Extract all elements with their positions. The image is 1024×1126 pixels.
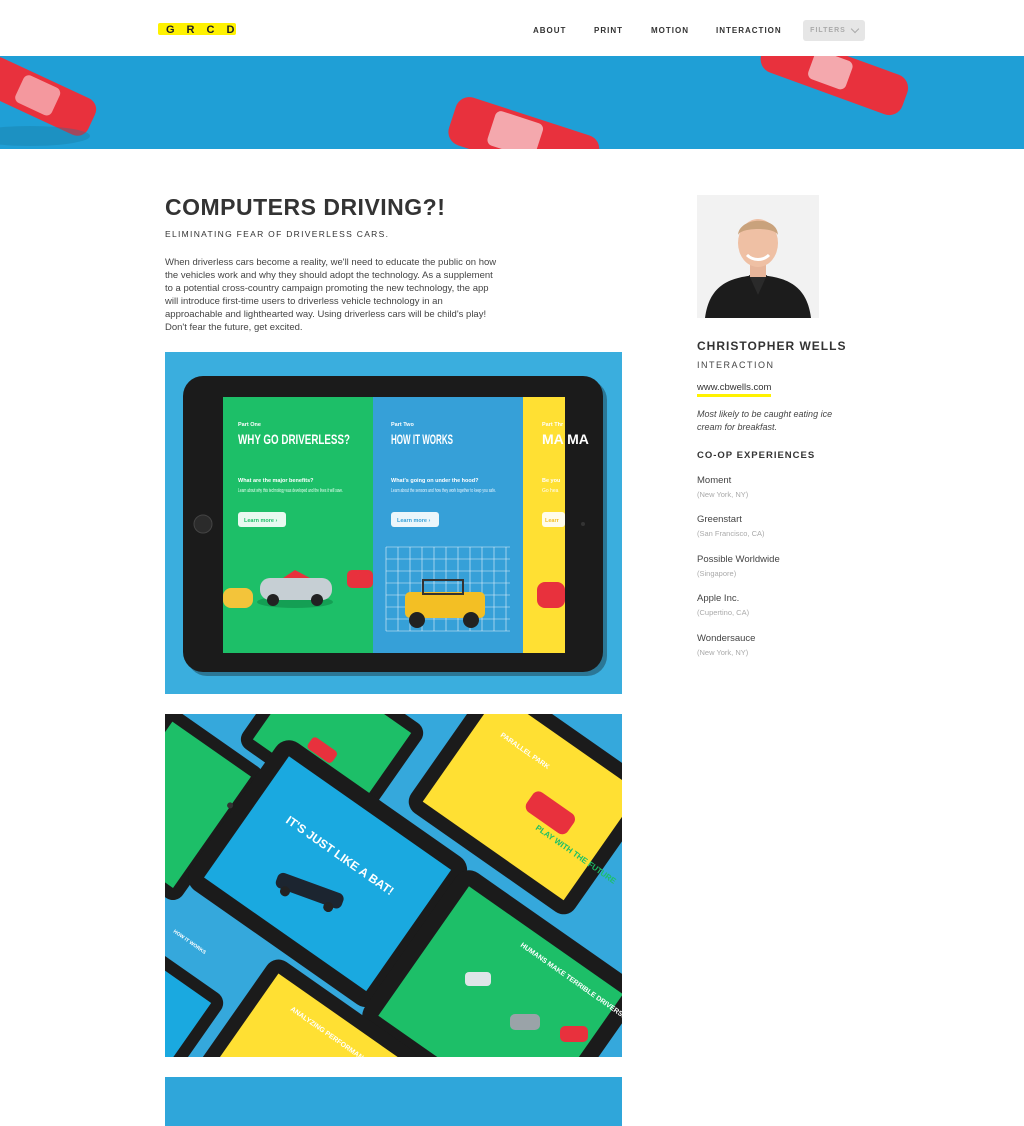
experience-item: Possible Worldwide (Singapore) (697, 554, 780, 578)
experience-company: Apple Inc. (697, 593, 740, 604)
author-name: CHRISTOPHER WELLS (697, 339, 847, 353)
project-description: When driverless cars become a reality, w… (165, 257, 497, 333)
logo-text: GRCD (166, 24, 247, 36)
experience-item: Apple Inc. (Cupertino, CA) (697, 593, 749, 617)
tablet-collage-illustration: PARALLEL PARK PLAY WITH THE FUTURE IT'S … (165, 714, 622, 1057)
filters-dropdown[interactable]: FILTERS (803, 20, 865, 41)
panel1-learn-more: Learn more › (244, 518, 277, 524)
nav-about[interactable]: ABOUT (533, 26, 566, 35)
panel3-learn-more: Learr (545, 518, 560, 524)
experience-location: (New York, NY) (697, 490, 749, 499)
author-discipline: INTERACTION (697, 360, 775, 370)
hero-toy-cars-image (0, 56, 1024, 149)
panel3-question: Be you (542, 478, 560, 484)
nav-print[interactable]: PRINT (594, 26, 623, 35)
panel1-part: Part One (238, 422, 261, 428)
author-website-link[interactable]: www.cbwells.com (697, 382, 772, 397)
tablet-collage-image: PARALLEL PARK PLAY WITH THE FUTURE IT'S … (165, 714, 622, 1057)
tablet-screens-illustration: Part One WHY GO DRIVERLESS? What are the… (165, 352, 622, 694)
panel2-body: Learn about the sensors and how they wor… (391, 488, 496, 494)
hero-banner (0, 56, 1024, 149)
panel3-body: Go hea (542, 488, 559, 494)
project-subtitle: ELIMINATING FEAR OF DRIVERLESS CARS. (165, 229, 390, 239)
experience-company: Wondersauce (697, 633, 756, 644)
experience-company: Possible Worldwide (697, 554, 780, 565)
panel3-headline: MA MA (542, 431, 589, 447)
experience-company: Greenstart (697, 514, 742, 525)
author-quote: Most likely to be caught eating ice crea… (697, 409, 833, 432)
panel2-headline: HOW IT WORKS (391, 431, 453, 447)
panel2-learn-more: Learn more › (397, 518, 430, 524)
panel1-headline: WHY GO DRIVERLESS? (238, 431, 350, 447)
logo[interactable]: GRCD (158, 20, 254, 36)
filters-label: FILTERS (810, 27, 846, 34)
panel2-question: What's going on under the hood? (391, 478, 479, 484)
experience-item: Moment (New York, NY) (697, 475, 748, 499)
panel3-part: Part Thr (542, 422, 564, 428)
author-photo (697, 195, 819, 318)
coop-heading: CO-OP EXPERIENCES (697, 450, 816, 461)
experience-location: (Singapore) (697, 569, 737, 578)
project-image-3 (165, 1077, 622, 1126)
panel2-part: Part Two (391, 422, 414, 428)
experience-location: (Cupertino, CA) (697, 608, 750, 617)
panel1-body: Learn about why this technology was deve… (238, 488, 343, 494)
experience-location: (New York, NY) (697, 648, 749, 657)
experience-item: Greenstart (San Francisco, CA) (697, 514, 765, 538)
nav-interaction[interactable]: INTERACTION (716, 26, 782, 35)
experience-company: Moment (697, 475, 732, 486)
tablet-mockup-image: Part One WHY GO DRIVERLESS? What are the… (165, 352, 622, 694)
panel1-question: What are the major benefits? (238, 478, 314, 484)
site-header: GRCD ABOUT PRINT MOTION INTERACTION FILT… (0, 0, 1024, 57)
author-portrait (697, 195, 819, 318)
nav-motion[interactable]: MOTION (651, 26, 689, 35)
experience-item: Wondersauce (New York, NY) (697, 633, 755, 657)
chevron-down-icon (850, 24, 860, 34)
experience-location: (San Francisco, CA) (697, 529, 765, 538)
project-title: COMPUTERS DRIVING?! (165, 194, 446, 220)
